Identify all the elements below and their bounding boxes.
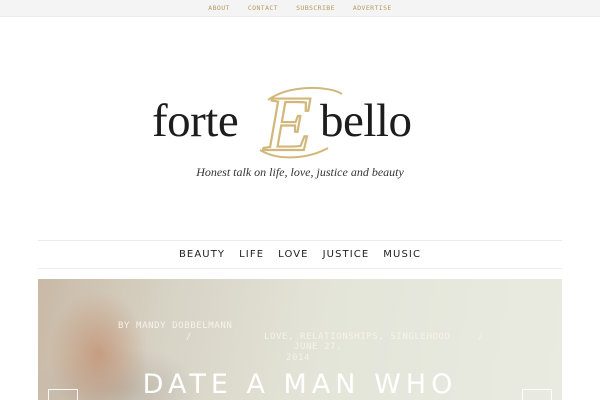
meta-separator: / bbox=[478, 332, 485, 342]
site-tagline: Honest talk on life, love, justice and b… bbox=[196, 165, 404, 179]
nav-item-beauty[interactable]: BEAUTY bbox=[172, 249, 232, 260]
post-date-line2: 2014 bbox=[286, 353, 311, 363]
arrow-left-icon[interactable] bbox=[48, 389, 78, 400]
nav-item-love[interactable]: LOVE bbox=[271, 249, 315, 260]
post-headline[interactable]: DATE A MAN WHO bbox=[38, 369, 562, 400]
logo-word-bello: bello bbox=[320, 95, 412, 147]
top-link-about[interactable]: ABOUT bbox=[199, 4, 239, 12]
post-byline[interactable]: BY MANDY DOBBELMANN bbox=[118, 321, 232, 331]
meta-separator: / bbox=[186, 332, 193, 342]
main-navigation: BEAUTY LIFE LOVE JUSTICE MUSIC bbox=[38, 240, 562, 269]
site-logo[interactable]: forte E bello bbox=[0, 80, 600, 160]
top-link-advertise[interactable]: ADVERTISE bbox=[344, 4, 401, 12]
nav-item-life[interactable]: LIFE bbox=[232, 249, 271, 260]
arrow-right-icon[interactable] bbox=[522, 389, 552, 400]
nav-item-justice[interactable]: JUSTICE bbox=[316, 249, 377, 260]
top-links-bar: ABOUT CONTACT SUBSCRIBE ADVERTISE bbox=[0, 0, 600, 17]
post-date-line1: JUNE 27, bbox=[294, 342, 343, 352]
nav-item-music[interactable]: MUSIC bbox=[376, 249, 428, 260]
featured-post-slider[interactable]: BY MANDY DOBBELMANN / LOVE, RELATIONSHIP… bbox=[38, 279, 562, 400]
post-categories[interactable]: LOVE, RELATIONSHIPS, SINGLEHOOD bbox=[264, 332, 451, 342]
top-link-subscribe[interactable]: SUBSCRIBE bbox=[287, 4, 344, 12]
logo-word-forte: forte bbox=[152, 95, 239, 147]
top-link-contact[interactable]: CONTACT bbox=[239, 4, 287, 12]
